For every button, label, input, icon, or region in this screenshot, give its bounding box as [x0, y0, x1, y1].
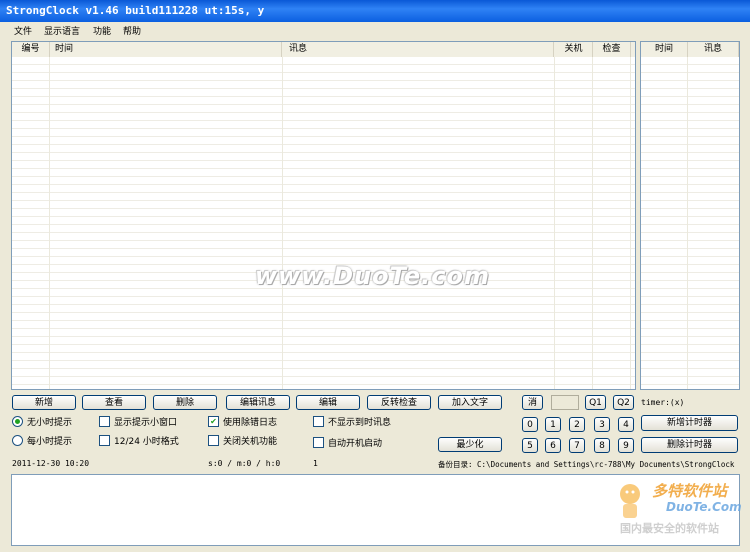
view-button[interactable]: 查看 — [82, 395, 146, 410]
menu-help[interactable]: 帮助 — [121, 24, 143, 37]
checkbox-12-24-format-label: 12/24 小时格式 — [114, 437, 179, 447]
edit-button[interactable]: 编辑 — [296, 395, 360, 410]
logo-brand: 多特软件站 — [652, 482, 728, 500]
number-display — [551, 395, 579, 410]
column-number[interactable]: 编号 — [12, 42, 50, 57]
checkbox-hide-expired-label: 不显示到时讯息 — [328, 418, 392, 428]
radio-selected-icon — [12, 416, 23, 427]
numpad-1-button[interactable]: 1 — [545, 417, 561, 432]
checkbox-icon — [313, 416, 324, 427]
delete-button[interactable]: 删除 — [153, 395, 217, 410]
main-list[interactable]: 编号 时间 讯息 关机 检查 — [11, 41, 636, 390]
checkbox-icon — [208, 435, 219, 446]
checkbox-show-small-window-label: 显示提示小窗口 — [114, 418, 178, 428]
edit-message-button[interactable]: 编辑讯息 — [226, 395, 290, 410]
column-message[interactable]: 讯息 — [283, 42, 554, 57]
numpad-8-button[interactable]: 8 — [594, 438, 610, 453]
numpad-2-button[interactable]: 2 — [569, 417, 585, 432]
minimize-button[interactable]: 最少化 — [438, 437, 502, 452]
add-text-button[interactable]: 加入文字 — [438, 395, 502, 410]
timer-list[interactable]: 时间 讯息 — [640, 41, 740, 390]
count: 1 — [313, 459, 318, 468]
radio-no-hourly[interactable]: 无小时提示 — [12, 416, 73, 429]
menu-bar: 文件 显示语言 功能 帮助 — [0, 22, 750, 38]
q1-button[interactable]: Q1 — [585, 395, 606, 410]
cancel-button[interactable]: 消 — [522, 395, 543, 410]
numpad-3-button[interactable]: 3 — [594, 417, 610, 432]
column-time[interactable]: 时间 — [50, 42, 282, 57]
checkbox-show-small-window[interactable]: 显示提示小窗口 — [99, 416, 178, 429]
checkbox-disable-shutdown[interactable]: 关闭关机功能 — [208, 435, 278, 448]
menu-file[interactable]: 文件 — [12, 24, 34, 37]
duote-logo: 多特软件站 DuoTe.Com 国内最安全的软件站 — [618, 474, 748, 544]
delete-timer-button[interactable]: 删除计时器 — [641, 437, 738, 453]
numpad-0-button[interactable]: 0 — [522, 417, 538, 432]
counters: s:0 / m:0 / h:0 — [208, 459, 281, 468]
menu-function[interactable]: 功能 — [91, 24, 113, 37]
current-datetime: 2011-12-30 10:20 — [12, 459, 90, 468]
main-list-header: 编号 时间 讯息 关机 检查 — [12, 42, 635, 58]
checkbox-icon — [99, 416, 110, 427]
logo-site: DuoTe.Com — [666, 500, 742, 514]
timer-list-rows — [641, 57, 739, 389]
numpad-6-button[interactable]: 6 — [545, 438, 561, 453]
radio-each-hour[interactable]: 每小时提示 — [12, 435, 73, 448]
add-button[interactable]: 新增 — [12, 395, 76, 410]
timer-label: timer:(x) — [641, 398, 685, 407]
checkbox-12-24-format[interactable]: 12/24 小时格式 — [99, 435, 179, 448]
checkbox-icon — [313, 437, 324, 448]
numpad-7-button[interactable]: 7 — [569, 438, 585, 453]
checkbox-hide-expired[interactable]: 不显示到时讯息 — [313, 416, 392, 429]
checkbox-auto-start[interactable]: 自动开机启动 — [313, 437, 383, 450]
logo-slogan: 国内最安全的软件站 — [620, 522, 719, 535]
timer-column-message[interactable]: 讯息 — [688, 42, 739, 57]
radio-icon — [12, 435, 23, 446]
timer-list-header: 时间 讯息 — [641, 42, 739, 58]
checkbox-disable-shutdown-label: 关闭关机功能 — [223, 437, 278, 447]
radio-each-hour-label: 每小时提示 — [27, 437, 73, 447]
checkbox-use-debug-log[interactable]: ✔ 使用除错日志 — [208, 416, 278, 429]
reverse-check-button[interactable]: 反转检查 — [367, 395, 431, 410]
main-list-rows — [12, 57, 635, 389]
column-check[interactable]: 检查 — [593, 42, 631, 57]
checkbox-auto-start-label: 自动开机启动 — [328, 439, 383, 449]
numpad-5-button[interactable]: 5 — [522, 438, 538, 453]
menu-language[interactable]: 显示语言 — [42, 24, 82, 37]
checkbox-use-debug-log-label: 使用除错日志 — [223, 418, 278, 428]
add-timer-button[interactable]: 新增计时器 — [641, 415, 738, 431]
window-title: StrongClock v1.46 build111228 ut:15s, y — [6, 4, 265, 17]
checkbox-icon — [99, 435, 110, 446]
column-shutdown[interactable]: 关机 — [555, 42, 593, 57]
numpad-4-button[interactable]: 4 — [618, 417, 634, 432]
watermark: www.DuoTe.com — [255, 262, 490, 290]
backup-directory: 备份目录: C:\Documents and Settings\rc-788\M… — [438, 460, 735, 469]
title-bar: StrongClock v1.46 build111228 ut:15s, y — [0, 0, 750, 23]
q2-button[interactable]: Q2 — [613, 395, 634, 410]
timer-column-time[interactable]: 时间 — [641, 42, 688, 57]
radio-no-hourly-label: 无小时提示 — [27, 418, 73, 428]
check-mark-icon: ✔ — [208, 416, 219, 427]
numpad-9-button[interactable]: 9 — [618, 438, 634, 453]
